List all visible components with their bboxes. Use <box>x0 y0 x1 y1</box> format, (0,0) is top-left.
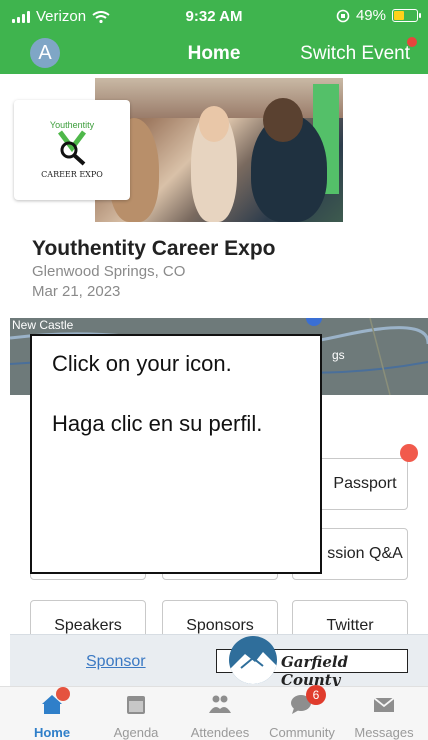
instruction-callout: Click on your icon. Haga clic en su perf… <box>30 334 322 574</box>
status-bar: Verizon 9:32 AM 49% <box>0 0 428 34</box>
speakers-label: Speakers <box>54 617 122 634</box>
passport-badge <box>400 444 418 462</box>
tab-attendees[interactable]: Attendees <box>180 687 260 740</box>
event-title: Youthentity Career Expo <box>32 237 276 260</box>
sponsors-label: Sponsors <box>186 617 254 634</box>
event-date: Mar 21, 2023 <box>32 283 121 300</box>
instruction-english: Click on your icon. <box>52 351 232 376</box>
sponsor-link[interactable]: Sponsor <box>86 653 146 671</box>
logo-subtitle: CAREER EXPO <box>41 170 103 179</box>
tab-community[interactable]: 6 Community <box>262 685 342 740</box>
community-badge: 6 <box>306 685 326 705</box>
event-location: Glenwood Springs, CO <box>32 263 186 280</box>
switch-event-button[interactable]: Switch Event <box>300 37 417 65</box>
orientation-lock-icon <box>336 9 350 22</box>
app-header: A Home Switch Event <box>0 34 428 74</box>
logo-title: Youthentity <box>49 120 95 130</box>
event-banner-image <box>95 78 343 222</box>
tab-home[interactable]: Home <box>12 687 92 740</box>
battery-percent: 49% <box>355 7 386 24</box>
map-town-label: New Castle <box>12 318 74 332</box>
mountain-logo-icon <box>229 636 277 684</box>
map-partial-label: gs <box>332 348 345 362</box>
tab-agenda[interactable]: Agenda <box>96 687 176 740</box>
instruction-spanish: Haga clic en su perfil. <box>52 411 263 436</box>
notification-dot <box>407 37 417 47</box>
people-icon <box>209 695 231 713</box>
home-notification-dot <box>56 687 70 701</box>
twitter-label: Twitter <box>326 617 374 634</box>
sponsor-name: Garfield County <box>281 653 349 689</box>
magnifier-logo-icon <box>58 130 86 166</box>
sponsor-banner: Sponsor Garfield County <box>10 634 428 689</box>
sponsor-logo[interactable]: Garfield County <box>216 636 408 689</box>
bottom-tab-bar: Home Agenda Attendees 6 Community Messag… <box>0 685 428 740</box>
calendar-icon <box>127 696 145 714</box>
tab-messages[interactable]: Messages <box>344 687 424 740</box>
tab-messages-label: Messages <box>354 725 414 740</box>
battery-level <box>394 11 405 20</box>
switch-event-label: Switch Event <box>300 43 410 64</box>
mail-icon <box>373 697 395 712</box>
battery-icon <box>392 9 421 22</box>
event-logo: Youthentity CAREER EXPO <box>14 100 130 200</box>
